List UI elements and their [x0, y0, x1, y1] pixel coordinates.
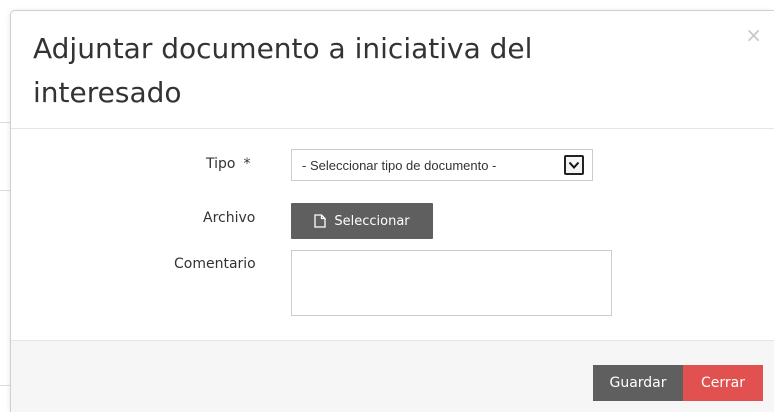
file-icon — [314, 214, 327, 228]
modal-body: Tipo * - Seleccionar tipo de documento - … — [11, 129, 774, 340]
required-asterisk: * — [243, 156, 251, 172]
select-file-label: Seleccionar — [334, 213, 410, 229]
close-button[interactable]: Cerrar — [683, 365, 763, 401]
document-type-selected-value: - Seleccionar tipo de documento - — [302, 158, 497, 173]
modal-title: Adjuntar documento a iniciativa del inte… — [33, 32, 533, 109]
modal-header: Adjuntar documento a iniciativa del inte… — [11, 11, 774, 129]
select-file-button[interactable]: Seleccionar — [291, 203, 433, 239]
save-button[interactable]: Guardar — [593, 365, 683, 401]
close-icon[interactable]: × — [745, 25, 762, 45]
modal-footer: Guardar Cerrar — [11, 340, 774, 412]
tipo-label: Tipo * — [206, 156, 250, 172]
comentario-label: Comentario — [174, 256, 256, 272]
tipo-label-text: Tipo — [206, 156, 236, 172]
document-type-select[interactable]: - Seleccionar tipo de documento - — [291, 149, 593, 181]
attach-document-modal: Adjuntar documento a iniciativa del inte… — [10, 10, 774, 412]
archivo-label: Archivo — [203, 210, 256, 226]
chevron-down-icon[interactable] — [564, 155, 584, 175]
comment-textarea[interactable] — [291, 250, 612, 316]
